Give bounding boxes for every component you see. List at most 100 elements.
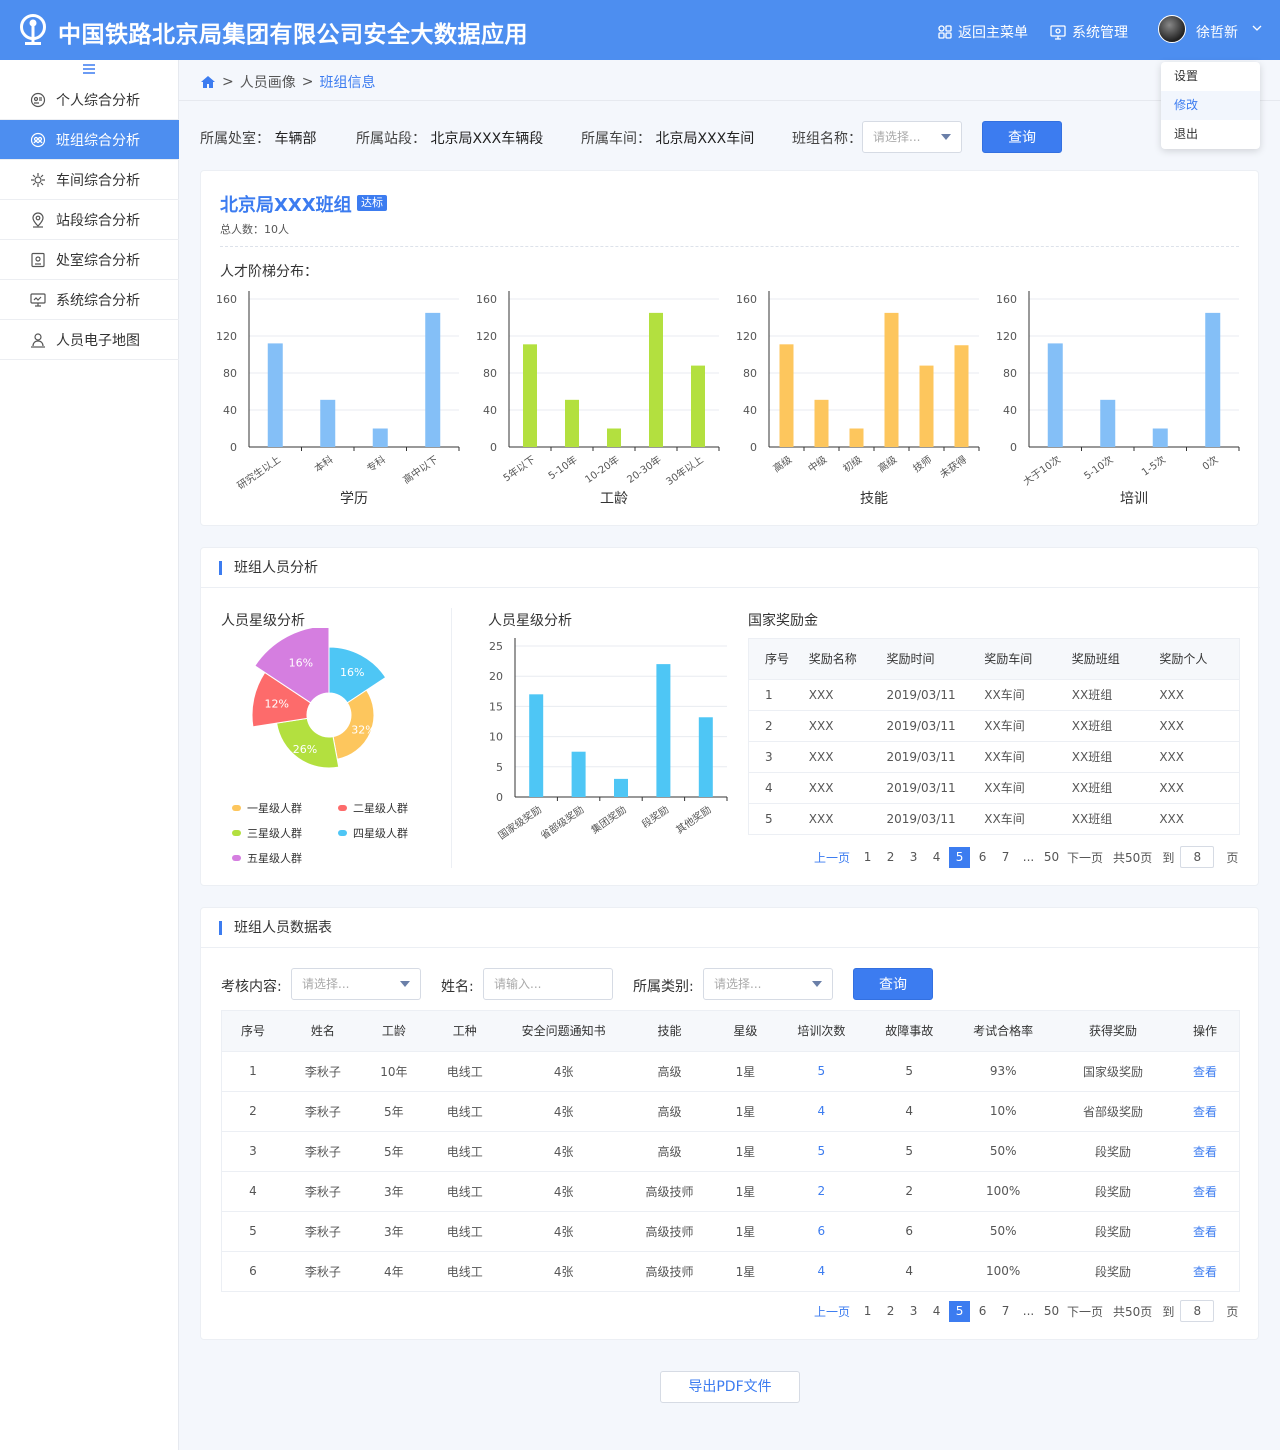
page-jump-input[interactable]: 8 xyxy=(1180,1300,1215,1322)
table-header-row: 序号 姓名 工龄 工种 安全问题通知书 技能 星级 培训次数 故障事故 考试合格率 获得奖励 操作 xyxy=(222,1011,1239,1051)
sidebar-item-label: 系统综合分析 xyxy=(56,292,140,309)
table-cell: XXX xyxy=(808,802,887,834)
table-cell: 6 xyxy=(222,1250,284,1291)
divider xyxy=(201,947,1260,948)
category-select[interactable]: 请选择... xyxy=(703,968,833,1000)
training-count-link[interactable]: 4 xyxy=(775,1090,868,1131)
avatar[interactable] xyxy=(1158,15,1186,43)
staff-data-card: 班组人员数据表 考核内容: 请选择... 姓名: 请输入... 所属类别: 请选… xyxy=(200,907,1260,1340)
table-cell: 李秋子 xyxy=(283,1210,362,1251)
training-count-link[interactable]: 2 xyxy=(775,1170,868,1211)
prev-page-button[interactable]: 上一页 xyxy=(814,849,850,866)
page-button[interactable]: 50 xyxy=(1040,850,1063,864)
menu-item-logout[interactable]: 退出 xyxy=(1161,120,1260,149)
column-header: 奖励车间 xyxy=(984,639,1072,679)
table-cell: 李秋子 xyxy=(283,1090,362,1131)
page-button[interactable]: 3 xyxy=(902,1304,925,1318)
bar xyxy=(320,399,336,447)
sidebar-item-workshop[interactable]: 车间综合分析 xyxy=(0,160,179,200)
menu-item-edit[interactable]: 修改 xyxy=(1161,91,1260,120)
view-link[interactable]: 查看 xyxy=(1170,1050,1239,1091)
page-button[interactable]: 50 xyxy=(1040,1304,1063,1318)
divider xyxy=(179,100,1280,101)
section-title: 班组人员分析 xyxy=(219,561,318,575)
x-tick-label: 专科 xyxy=(364,453,388,475)
award-bar-chart: 0 5 10 15 20 25 国家级奖励省部级奖励 集团奖励 段奖励 其他奖励 xyxy=(489,638,728,842)
page-button[interactable]: 4 xyxy=(925,1304,948,1318)
prev-page-button[interactable]: 上一页 xyxy=(814,1303,850,1320)
page-button[interactable]: 5 xyxy=(949,846,971,868)
hamburger-icon[interactable] xyxy=(83,64,95,74)
sidebar-item-system[interactable]: 系统综合分析 xyxy=(0,280,179,320)
station-label: 所属站段： xyxy=(356,131,426,147)
sidebar-item-station[interactable]: 站段综合分析 xyxy=(0,200,179,240)
next-page-button[interactable]: 下一页 xyxy=(1067,849,1103,866)
legend-label: 五星级人群 xyxy=(247,851,302,865)
user-name[interactable]: 徐哲新 xyxy=(1196,22,1238,42)
slice-label: 16% xyxy=(340,666,364,679)
view-link[interactable]: 查看 xyxy=(1170,1130,1239,1171)
analysis-card: 班组人员分析 人员星级分析 16% 32% 26% 12% 16% 一星级人群 二星级人群三… xyxy=(200,547,1260,886)
table-cell: 高级技师 xyxy=(623,1250,716,1291)
home-icon[interactable] xyxy=(200,75,216,89)
table-cell: 高级 xyxy=(623,1090,716,1131)
view-link[interactable]: 查看 xyxy=(1170,1210,1239,1251)
view-link[interactable]: 查看 xyxy=(1170,1250,1239,1291)
y-tick-label: 40 xyxy=(483,404,497,417)
table-cell: 李秋子 xyxy=(283,1130,362,1171)
table-cell: 2019/03/11 xyxy=(886,740,985,772)
x-tick-label: 国家级奖励 xyxy=(496,803,544,842)
query-button[interactable]: 查询 xyxy=(982,121,1062,153)
training-count-link[interactable]: 5 xyxy=(775,1130,868,1171)
page-button[interactable]: 6 xyxy=(971,850,994,864)
table-cell: 电线工 xyxy=(425,1250,504,1291)
table-cell: 1星 xyxy=(715,1250,776,1291)
page-button[interactable]: 2 xyxy=(879,850,902,864)
page-jump-input[interactable]: 8 xyxy=(1180,846,1215,868)
y-tick-label: 80 xyxy=(743,367,757,380)
x-tick-label: 5-10年 xyxy=(545,453,579,482)
sidebar-item-label: 车间综合分析 xyxy=(56,172,140,189)
y-tick-label: 120 xyxy=(996,330,1017,343)
system-management-link[interactable]: 系统管理 xyxy=(1050,22,1128,42)
training-count-link[interactable]: 4 xyxy=(775,1250,868,1291)
page-button[interactable]: 4 xyxy=(925,850,948,864)
view-link[interactable]: 查看 xyxy=(1170,1090,1239,1131)
team-select[interactable]: 请选择... xyxy=(862,121,962,153)
chevron-down-icon[interactable] xyxy=(1252,24,1262,32)
training-count-link[interactable]: 6 xyxy=(775,1210,868,1251)
page-button[interactable]: 1 xyxy=(856,1304,879,1318)
x-tick-label: 段奖励 xyxy=(639,803,671,831)
view-link[interactable]: 查看 xyxy=(1170,1170,1239,1211)
slice-label: 26% xyxy=(293,743,317,756)
page-button[interactable]: 7 xyxy=(994,850,1017,864)
exam-select[interactable]: 请选择... xyxy=(291,968,421,1000)
page-total: 共50页 xyxy=(1113,850,1153,865)
export-pdf-button[interactable]: 导出PDF文件 xyxy=(660,1371,800,1403)
y-tick-label: 120 xyxy=(736,330,757,343)
table-cell: XXX xyxy=(808,709,887,741)
page-button[interactable]: 5 xyxy=(949,1300,971,1322)
sidebar-item-map[interactable]: 人员电子地图 xyxy=(0,320,179,360)
sidebar-item-team[interactable]: 班组综合分析 xyxy=(0,120,179,160)
back-to-menu-link[interactable]: 返回主菜单 xyxy=(938,22,1028,42)
menu-item-settings[interactable]: 设置 xyxy=(1161,62,1260,91)
page-button[interactable]: 3 xyxy=(902,850,925,864)
column-header: 序号 xyxy=(749,639,809,679)
training-count-link[interactable]: 5 xyxy=(775,1050,868,1091)
sidebar-item-personal[interactable]: 个人综合分析 xyxy=(0,80,179,120)
column-header: 星级 xyxy=(715,1011,776,1051)
page-button[interactable]: 7 xyxy=(994,1304,1017,1318)
breadcrumb-parent[interactable]: 人员画像 xyxy=(240,72,296,92)
page-button[interactable]: 1 xyxy=(856,850,879,864)
next-page-button[interactable]: 下一页 xyxy=(1067,1303,1103,1320)
name-input[interactable]: 请输入... xyxy=(483,968,613,1000)
table-cell: 5 xyxy=(867,1050,952,1091)
table-cell: XXX xyxy=(808,771,887,803)
y-tick-label: 160 xyxy=(476,293,497,306)
staff-query-button[interactable]: 查询 xyxy=(853,968,933,1000)
table-cell: 2019/03/11 xyxy=(886,802,985,834)
page-button[interactable]: 6 xyxy=(971,1304,994,1318)
page-button[interactable]: 2 xyxy=(879,1304,902,1318)
sidebar-item-office[interactable]: 处室综合分析 xyxy=(0,240,179,280)
